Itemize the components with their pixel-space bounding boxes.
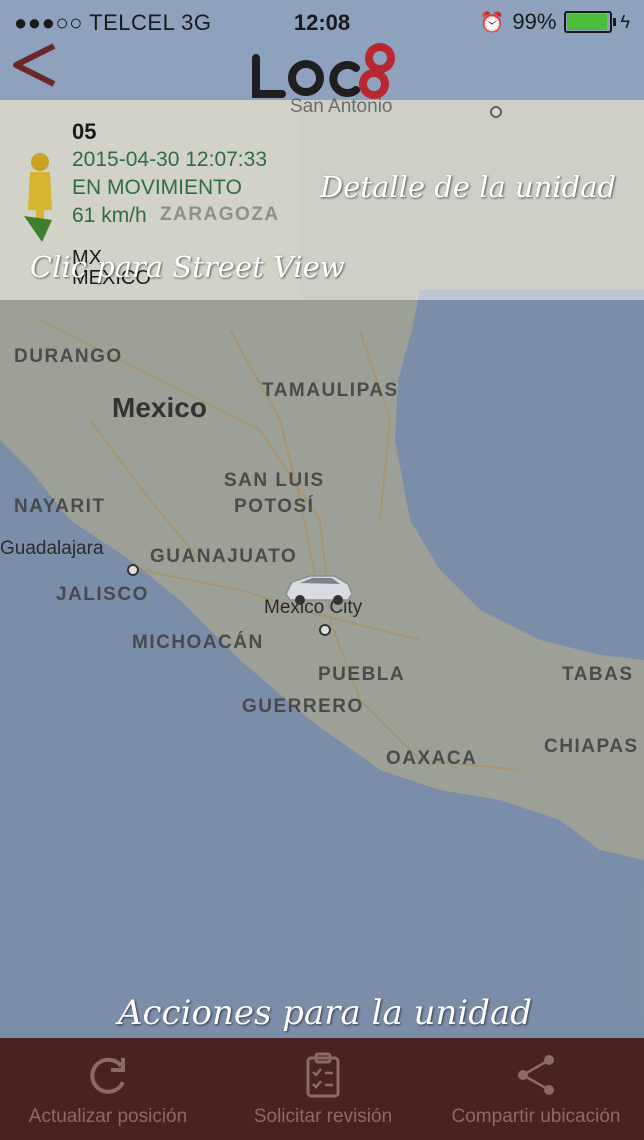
- map-label: GUERRERO: [242, 696, 364, 717]
- share-label: Compartir ubicación: [451, 1106, 621, 1127]
- alarm-icon: ⏰: [479, 11, 505, 34]
- app-logo: [248, 40, 398, 102]
- review-label: Solicitar revisión: [253, 1106, 393, 1127]
- city-marker: [127, 564, 139, 576]
- battery-percent: 99%: [512, 9, 557, 34]
- bottom-toolbar: Actualizar posición Solicitar revisión C…: [0, 1038, 644, 1140]
- battery-icon: [564, 11, 617, 33]
- map-label: PUEBLA: [318, 664, 406, 685]
- callout-street-view: Clic para Street View: [30, 250, 345, 284]
- city-label: Guadalajara: [0, 538, 104, 559]
- chevron-left-icon: [13, 43, 56, 87]
- share-location-button[interactable]: Compartir ubicación: [432, 1038, 640, 1140]
- city-marker: [490, 106, 502, 118]
- map-country-label: Mexico: [112, 392, 207, 423]
- request-review-button[interactable]: Solicitar revisión: [228, 1038, 418, 1140]
- street-view-pegman-icon[interactable]: [22, 150, 62, 242]
- map-label: NAYARIT: [14, 496, 106, 517]
- charging-icon: ϟ: [620, 11, 630, 32]
- refresh-position-button[interactable]: Actualizar posición: [8, 1038, 208, 1140]
- map-label: MICHOACÁN: [132, 632, 264, 653]
- refresh-icon: [90, 1057, 125, 1094]
- callout-detail: Detalle de la unidad: [320, 170, 617, 204]
- map-label: CHIAPAS: [544, 736, 639, 757]
- share-icon: [518, 1055, 554, 1095]
- callout-actions: Acciones para la unidad: [118, 993, 533, 1033]
- map-label: TABAS: [562, 664, 634, 685]
- city-marker: [319, 624, 331, 636]
- map-label: GUANAJUATO: [150, 546, 298, 567]
- refresh-label: Actualizar posición: [28, 1106, 188, 1127]
- map-label: POTOSÍ: [234, 496, 315, 517]
- vehicle-marker-icon[interactable]: [282, 568, 356, 608]
- map-label: SAN LUIS: [224, 470, 325, 491]
- map-label: DURANGO: [14, 346, 123, 367]
- map-label: JALISCO: [56, 584, 149, 605]
- back-button[interactable]: [8, 40, 60, 90]
- unit-speed: 61 km/h: [72, 204, 147, 227]
- status-bar: ●●●○○ TELCEL 3G 12:08 ⏰ 99% ϟ: [0, 0, 644, 44]
- unit-id: 05: [72, 119, 97, 144]
- map-label: TAMAULIPAS: [262, 380, 399, 401]
- unit-timestamp: 2015-04-30 12:07:33: [72, 148, 267, 171]
- map-label: OAXACA: [386, 748, 478, 769]
- unit-state: EN MOVIMIENTO: [72, 176, 242, 199]
- clipboard-checklist-icon: [306, 1052, 340, 1098]
